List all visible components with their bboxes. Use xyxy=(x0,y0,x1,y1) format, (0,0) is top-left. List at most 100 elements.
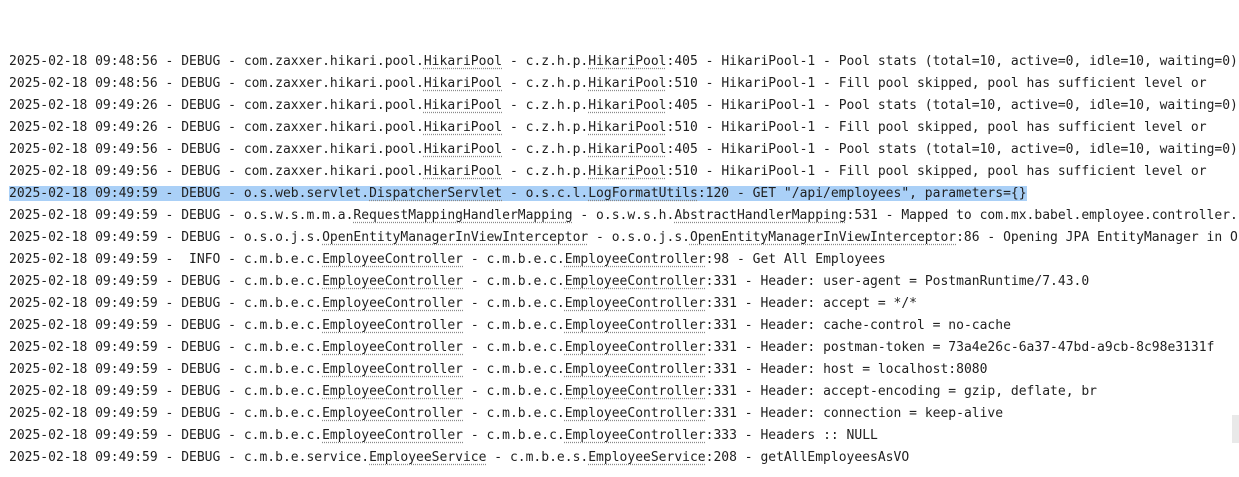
log-line[interactable]: 2025-02-18 09:49:59 - DEBUG - c.m.b.e.c.… xyxy=(0,271,1239,293)
logger-class-link[interactable]: EmployeeService xyxy=(369,450,486,465)
logger-class-link[interactable]: HikariPool xyxy=(424,142,502,157)
logger-class-link[interactable]: EmployeeController xyxy=(322,296,463,311)
separator: - xyxy=(220,340,244,355)
logger-class-link[interactable]: HikariPool xyxy=(424,54,502,69)
logger-class-link[interactable]: EmployeeController xyxy=(322,340,463,355)
logger-package: com.zaxxer.hikari.pool. xyxy=(243,54,424,69)
source-line-number: 510 xyxy=(674,120,698,135)
log-line[interactable]: 2025-02-18 09:49:26 - DEBUG - com.zaxxer… xyxy=(0,95,1239,117)
logger-class-link[interactable]: EmployeeController xyxy=(322,362,463,377)
separator: - xyxy=(220,208,244,223)
source-class-link[interactable]: EmployeeController xyxy=(565,384,706,399)
separator: - xyxy=(736,318,761,333)
source-class-link[interactable]: EmployeeController xyxy=(565,252,706,267)
log-line[interactable]: 2025-02-18 09:49:59 - DEBUG - c.m.b.e.c.… xyxy=(0,381,1239,403)
log-line[interactable]: 2025-02-18 09:49:59 - DEBUG - o.s.o.j.s.… xyxy=(0,227,1239,249)
log-line[interactable]: 2025-02-18 09:49:59 - DEBUG - o.s.w.s.m.… xyxy=(0,205,1239,227)
logger-class-link[interactable]: HikariPool xyxy=(424,120,502,135)
separator: - xyxy=(697,120,722,135)
log-line[interactable]: 2025-02-18 09:49:59 - DEBUG - c.m.b.e.c.… xyxy=(0,315,1239,337)
log-line[interactable]: 2025-02-18 09:49:59 - INFO - c.m.b.e.c.E… xyxy=(0,249,1239,271)
source-class-link[interactable]: HikariPool xyxy=(588,164,666,179)
log-line[interactable]: 2025-02-18 09:49:26 - DEBUG - com.zaxxer… xyxy=(0,117,1239,139)
logger-class-link[interactable]: EmployeeController xyxy=(322,252,463,267)
source-line-number: 331 xyxy=(713,318,737,333)
timestamp: 2025-02-18 09:49:59 xyxy=(9,208,158,223)
log-message: Header: accept = */* xyxy=(760,296,917,311)
logger-package: o.s.web.servlet. xyxy=(243,186,370,201)
separator: - xyxy=(463,362,487,377)
source-package: c.z.h.p. xyxy=(525,76,589,91)
separator: - xyxy=(157,384,182,399)
logger-package: o.s.w.s.m.m.a. xyxy=(243,208,354,223)
source-class-link[interactable]: EmployeeController xyxy=(565,406,706,421)
source-class-link[interactable]: HikariPool xyxy=(588,54,666,69)
timestamp: 2025-02-18 09:48:56 xyxy=(9,76,158,91)
source-class-link[interactable]: HikariPool xyxy=(588,98,666,113)
logger-class-link[interactable]: HikariPool xyxy=(424,98,502,113)
separator: - xyxy=(157,164,182,179)
separator: - xyxy=(220,296,244,311)
log-line[interactable]: 2025-02-18 09:49:56 - DEBUG - com.zaxxer… xyxy=(0,139,1239,161)
log-line-content: 2025-02-18 09:49:26 - DEBUG - com.zaxxer… xyxy=(9,120,1207,135)
log-line[interactable]: 2025-02-18 09:48:56 - DEBUG - com.zaxxer… xyxy=(0,73,1239,95)
log-message: HikariPool-1 - Pool stats (total=10, act… xyxy=(721,142,1238,157)
log-line-content: 2025-02-18 09:49:59 - DEBUG - c.m.b.e.c.… xyxy=(9,318,1011,333)
console-output-panel[interactable]: 2025-02-18 09:48:56 - DEBUG - com.zaxxer… xyxy=(0,0,1239,477)
source-line-number: 331 xyxy=(713,362,737,377)
logger-class-link[interactable]: EmployeeController xyxy=(322,318,463,333)
source-class-link[interactable]: EmployeeController xyxy=(565,428,706,443)
source-class-link[interactable]: EmployeeController xyxy=(565,362,706,377)
log-line-content: 2025-02-18 09:49:59 - DEBUG - o.s.o.j.s.… xyxy=(9,230,1239,245)
source-class-link[interactable]: EmployeeController xyxy=(565,340,706,355)
separator: - xyxy=(220,428,244,443)
log-line[interactable]: 2025-02-18 09:49:59 - DEBUG - c.m.b.e.se… xyxy=(0,447,1239,469)
source-class-link[interactable]: OpenEntityManagerInViewInterceptor xyxy=(690,230,956,245)
source-class-link[interactable]: EmployeeController xyxy=(565,296,706,311)
source-class-link[interactable]: EmployeeController xyxy=(565,318,706,333)
source-package: c.z.h.p. xyxy=(525,164,589,179)
log-line-content: 2025-02-18 09:49:59 - DEBUG - o.s.w.s.m.… xyxy=(9,208,1239,223)
source-class-link[interactable]: HikariPool xyxy=(588,142,666,157)
logger-class-link[interactable]: HikariPool xyxy=(424,76,502,91)
logger-class-link[interactable]: EmployeeController xyxy=(322,384,463,399)
log-level: DEBUG xyxy=(181,362,221,377)
log-message: Header: cache-control = no-cache xyxy=(760,318,1011,333)
log-line[interactable]: 2025-02-18 09:49:59 - DEBUG - c.m.b.e.c.… xyxy=(0,403,1239,425)
separator: - xyxy=(486,450,510,465)
separator: - xyxy=(697,54,722,69)
separator: - xyxy=(463,384,487,399)
source-package: c.m.b.e.s. xyxy=(509,450,589,465)
log-line[interactable]: 2025-02-18 09:49:59 - DEBUG - c.m.b.e.c.… xyxy=(0,359,1239,381)
source-class-link[interactable]: EmployeeService xyxy=(588,450,705,465)
log-line-selected[interactable]: 2025-02-18 09:49:59 - DEBUG - o.s.web.se… xyxy=(0,183,1239,205)
logger-package: c.m.b.e.c. xyxy=(243,252,323,267)
separator: - xyxy=(736,384,761,399)
source-class-link[interactable]: LogFormatUtils xyxy=(588,186,698,201)
separator: - xyxy=(463,274,487,289)
vertical-scrollbar-thumb[interactable] xyxy=(1232,415,1239,443)
log-line[interactable]: 2025-02-18 09:49:56 - DEBUG - com.zaxxer… xyxy=(0,161,1239,183)
source-class-link[interactable]: EmployeeController xyxy=(565,274,706,289)
logger-package: c.m.b.e.c. xyxy=(243,340,323,355)
logger-class-link[interactable]: HikariPool xyxy=(424,164,502,179)
log-line[interactable]: 2025-02-18 09:49:59 - DEBUG - c.m.b.e.c.… xyxy=(0,293,1239,315)
separator: - xyxy=(736,274,761,289)
logger-class-link[interactable]: EmployeeController xyxy=(322,406,463,421)
logger-package: com.zaxxer.hikari.pool. xyxy=(243,76,424,91)
source-package: c.m.b.e.c. xyxy=(486,296,565,311)
log-message: HikariPool-1 - Fill pool skipped, pool h… xyxy=(721,120,1207,135)
log-line[interactable]: 2025-02-18 09:48:56 - DEBUG - com.zaxxer… xyxy=(0,51,1239,73)
source-class-link[interactable]: AbstractHandlerMapping xyxy=(674,208,846,223)
source-class-link[interactable]: HikariPool xyxy=(588,120,666,135)
logger-class-link[interactable]: DispatcherServlet xyxy=(369,186,502,201)
logger-class-link[interactable]: EmployeeController xyxy=(322,274,463,289)
log-line[interactable]: 2025-02-18 09:49:59 - DEBUG - c.m.b.e.c.… xyxy=(0,337,1239,359)
log-line[interactable]: 2025-02-18 09:49:59 - DEBUG - c.m.b.e.c.… xyxy=(0,425,1239,447)
logger-class-link[interactable]: EmployeeController xyxy=(322,428,463,443)
logger-class-link[interactable]: RequestMappingHandlerMapping xyxy=(353,208,572,223)
log-level: DEBUG xyxy=(181,120,221,135)
log-level: DEBUG xyxy=(181,274,221,289)
source-class-link[interactable]: HikariPool xyxy=(588,76,666,91)
logger-class-link[interactable]: OpenEntityManagerInViewInterceptor xyxy=(322,230,588,245)
